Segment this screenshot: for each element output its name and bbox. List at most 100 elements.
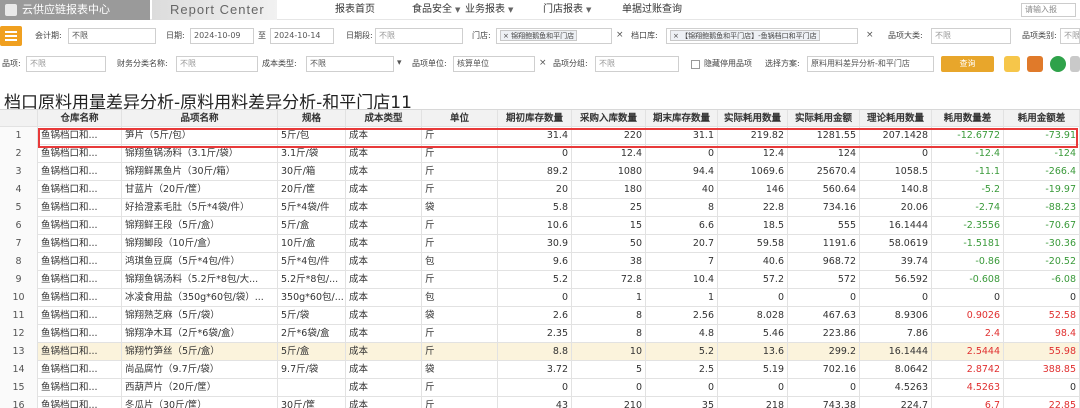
column-header-cost-type[interactable]: 成本类型	[346, 110, 422, 128]
nav-home-label: 报表首页	[335, 4, 375, 15]
table-row[interactable]: 11 鱼锅档口和... 锦翔熟芝麻（5斤/袋） 5斤/袋 成本袋 2.6 8 2.56 8.02…	[0, 307, 1080, 325]
tag-remove-icon[interactable]: ×	[503, 32, 511, 40]
table-row[interactable]: 10 鱼锅档口和... 冰凌食用盐（350g*60包/袋）... 350g*60包/.…	[0, 289, 1080, 307]
nav-store-reports[interactable]: 门店报表 ▼	[543, 0, 591, 20]
tag-remove-icon[interactable]: ×	[673, 32, 681, 40]
scheme-select[interactable]: 原料用料差异分析-和平门店	[807, 56, 934, 72]
table-row[interactable]: 2 鱼锅档口和... 锦翔鱼锅汤料（3.1斤/袋） 3.1斤/袋 成本斤 0 12.4 0 12…	[0, 145, 1080, 163]
clear-store-icon[interactable]: ×	[616, 30, 624, 40]
table-row[interactable]: 12 鱼锅档口和... 锦翔净木耳（2斤*6袋/盒） 2斤*6袋/盒 成本斤 2.35 8 4…	[0, 325, 1080, 343]
settings-icon[interactable]	[1070, 56, 1080, 72]
cell-item-name: 冬瓜片（30斤/筐）	[122, 397, 278, 408]
cell-actual-usage-qty: 5.46	[718, 325, 788, 343]
brand[interactable]: 云供应链报表中心	[0, 0, 150, 20]
chevron-down-icon[interactable]: ▾	[397, 58, 402, 68]
stall-select[interactable]: × 【锦翔鲍鹅鱼和平门店】-鱼锅档口和平门店	[666, 28, 858, 44]
category-input[interactable]: 不限	[1060, 28, 1080, 44]
cell-actual-usage-amount: 0	[788, 289, 860, 307]
cost-type-select[interactable]: 不限	[306, 56, 394, 72]
cell-actual-usage-amount: 124	[788, 145, 860, 163]
column-header-closing-stock[interactable]: 期末库存数量	[646, 110, 718, 128]
cell-theoretical-usage-qty: 16.1444	[860, 217, 932, 235]
cell-unit: 袋	[422, 361, 498, 379]
cell-item-name: 西葫芦片（20斤/筐）	[122, 379, 278, 397]
cell-opening-stock: 9.6	[498, 253, 572, 271]
table-row[interactable]: 7 鱼锅档口和... 锦翔鲫段（10斤/盒） 10斤/盒 成本斤 30.9 50 20.7 59…	[0, 235, 1080, 253]
cell-row-number: 11	[0, 307, 38, 325]
item-group-input[interactable]: 不限	[595, 56, 679, 72]
date-to-input[interactable]: 2024-10-14	[270, 28, 334, 44]
nav-business-reports[interactable]: 业务报表 ▼	[465, 0, 513, 20]
hide-disabled-checkbox[interactable]	[691, 60, 700, 69]
store-select[interactable]: × 锦翔鲍鹅鱼和平门店	[496, 28, 612, 44]
table-row[interactable]: 9 鱼锅档口和... 锦翔鱼锅汤料（5.2斤*8包/大... 5.2斤*8包/... 成…	[0, 271, 1080, 289]
print-icon[interactable]	[1027, 56, 1043, 72]
cell-opening-stock: 2.6	[498, 307, 572, 325]
accounting-period-input[interactable]: 不限	[68, 28, 156, 44]
table-row[interactable]: 8 鱼锅档口和... 鸿琪鱼豆腐（5斤*4包/件） 5斤*4包/件 成本包 9.6 38 7 4…	[0, 253, 1080, 271]
cell-spec: 30斤/筐	[278, 397, 346, 408]
table-row[interactable]: 13 鱼锅档口和... 锦翔竹笋丝（5斤/盒） 5斤/盒 成本斤 8.8 10 5.2 13.6…	[0, 343, 1080, 361]
column-header-purchase-in[interactable]: 采购入库数量	[572, 110, 646, 128]
data-grid: 仓库名称 品项名称 规格 成本类型 单位 期初库存数量 采购入库数量 期末库存数量 实际耗用数量…	[0, 109, 1080, 408]
category-big-input[interactable]: 不限	[931, 28, 1011, 44]
nav-posting-query[interactable]: 单据过账查询	[622, 0, 682, 20]
table-row[interactable]: 4 鱼锅档口和... 甘蓝片（20斤/筐） 20斤/筐 成本斤 20 180 40 146 560…	[0, 181, 1080, 199]
column-header-spec[interactable]: 规格	[278, 110, 346, 128]
export-excel-icon[interactable]	[1004, 56, 1020, 72]
column-header-warehouse-name[interactable]: 仓库名称	[38, 110, 122, 128]
column-header-usage-qty-diff[interactable]: 耗用数量差	[932, 110, 1004, 128]
cell-spec: 30斤/箱	[278, 163, 346, 181]
item-input[interactable]: 不限	[26, 56, 106, 72]
cell-closing-stock: 5.2	[646, 343, 718, 361]
cell-unit: 斤	[422, 145, 498, 163]
cell-usage-amount-diff: -6.08	[1004, 271, 1080, 289]
cell-opening-stock: 0	[498, 289, 572, 307]
cell-usage-amount-diff: -88.23	[1004, 199, 1080, 217]
clear-unit-icon[interactable]: ×	[539, 58, 547, 68]
cell-item-name: 锦翔竹笋丝（5斤/盒）	[122, 343, 278, 361]
column-header-theoretical-usage-qty[interactable]: 理论耗用数量	[860, 110, 932, 128]
table-row[interactable]: 1 鱼锅档口和... 笋片（5斤/包） 5斤/包 成本斤 31.4 220 31.1 219.8…	[0, 127, 1080, 145]
date-range-input[interactable]: 不限	[375, 28, 463, 44]
cell-usage-amount-diff: -70.67	[1004, 217, 1080, 235]
date-from-input[interactable]: 2024-10-09	[190, 28, 254, 44]
clear-stall-icon[interactable]: ×	[866, 30, 874, 40]
column-header-item-name[interactable]: 品项名称	[122, 110, 278, 128]
table-row[interactable]: 15 鱼锅档口和... 西葫芦片（20斤/筐） 成本斤 0 0 0 0 0 4.5263 4.526…	[0, 379, 1080, 397]
column-header-actual-usage-amount[interactable]: 实际耗用金额	[788, 110, 860, 128]
column-header-row-number[interactable]	[0, 110, 38, 128]
query-button[interactable]: 查询	[941, 56, 994, 72]
finance-class-input[interactable]: 不限	[176, 56, 258, 72]
cell-closing-stock: 4.8	[646, 325, 718, 343]
table-row[interactable]: 16 鱼锅档口和... 冬瓜片（30斤/筐） 30斤/筐 成本斤 43 210 35 218 74…	[0, 397, 1080, 408]
nav-home[interactable]: 报表首页	[335, 0, 375, 20]
cell-item-name: 甘蓝片（20斤/筐）	[122, 181, 278, 199]
nav-food-safety[interactable]: 食品安全 ▼	[412, 0, 460, 20]
store-label: 门店:	[472, 31, 491, 40]
login-input[interactable]: 请输入报	[1021, 3, 1076, 17]
column-header-usage-amount-diff[interactable]: 耗用金额差	[1004, 110, 1080, 128]
cell-usage-qty-diff: -12.4	[932, 145, 1004, 163]
store-tag[interactable]: × 锦翔鲍鹅鱼和平门店	[500, 30, 578, 41]
column-header-opening-stock[interactable]: 期初库存数量	[498, 110, 572, 128]
cell-row-number: 9	[0, 271, 38, 289]
table-row[interactable]: 3 鱼锅档口和... 锦翔鲜黑鱼片（30斤/箱） 30斤/箱 成本斤 89.2 1080 94…	[0, 163, 1080, 181]
cell-warehouse-name: 鱼锅档口和...	[38, 253, 122, 271]
column-header-actual-usage-qty[interactable]: 实际耗用数量	[718, 110, 788, 128]
item-unit-select[interactable]: 核算单位	[453, 56, 535, 72]
table-row[interactable]: 14 鱼锅档口和... 尚品腐竹（9.7斤/袋） 9.7斤/袋 成本袋 3.72 5 2.5 5…	[0, 361, 1080, 379]
table-row[interactable]: 5 鱼锅档口和... 好拾澄素毛肚（5斤*4袋/件） 5斤*4袋/件 成本袋 5.8 25 8…	[0, 199, 1080, 217]
cell-unit: 袋	[422, 307, 498, 325]
cell-unit: 斤	[422, 379, 498, 397]
cell-closing-stock: 0	[646, 145, 718, 163]
stall-tag[interactable]: × 【锦翔鲍鹅鱼和平门店】-鱼锅档口和平门店	[670, 30, 820, 41]
cell-purchase-in: 220	[572, 127, 646, 145]
cell-opening-stock: 5.2	[498, 271, 572, 289]
confirm-icon[interactable]	[1050, 56, 1066, 72]
column-header-unit[interactable]: 单位	[422, 110, 498, 128]
cell-item-name: 锦翔鱼锅汤料（5.2斤*8包/大...	[122, 271, 278, 289]
cell-usage-amount-diff: 0	[1004, 379, 1080, 397]
cell-actual-usage-qty: 0	[718, 289, 788, 307]
table-row[interactable]: 6 鱼锅档口和... 锦翔鲜王段（5斤/盒） 5斤/盒 成本斤 10.6 15 6.6 18.5…	[0, 217, 1080, 235]
